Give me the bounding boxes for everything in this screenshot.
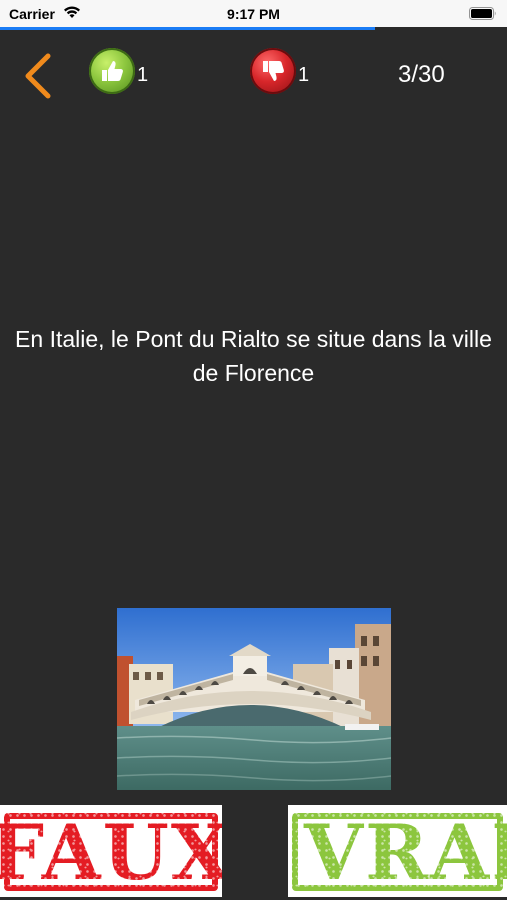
rialto-bridge-photo — [117, 608, 391, 790]
wrong-answers-badge — [250, 48, 296, 94]
back-button[interactable] — [18, 52, 58, 100]
false-answer-button[interactable]: FAUX — [0, 805, 222, 897]
true-answer-label: VRAI — [304, 807, 507, 897]
question-text: En Italie, le Pont du Rialto se situe da… — [15, 326, 492, 386]
true-answer-button[interactable]: VRAI — [288, 805, 507, 897]
quiz-progress-bar — [0, 27, 507, 30]
true-stamp: VRAI — [292, 808, 507, 897]
correct-count: 1 — [137, 64, 149, 86]
wrong-count: 1 — [298, 64, 310, 86]
status-time: 9:17 PM — [227, 6, 280, 22]
status-bar: Carrier 9:17 PM — [0, 0, 507, 27]
false-stamp: FAUX — [0, 808, 222, 897]
question-counter: 3/30 — [398, 61, 445, 88]
quiz-progress-fill — [0, 27, 376, 30]
correct-answers-badge — [89, 48, 135, 94]
thumbs-up-icon — [102, 61, 123, 81]
battery-icon — [469, 7, 496, 20]
false-answer-label: FAUX — [0, 807, 222, 897]
thumbs-down-icon — [263, 61, 284, 81]
chevron-left-icon — [25, 53, 51, 99]
